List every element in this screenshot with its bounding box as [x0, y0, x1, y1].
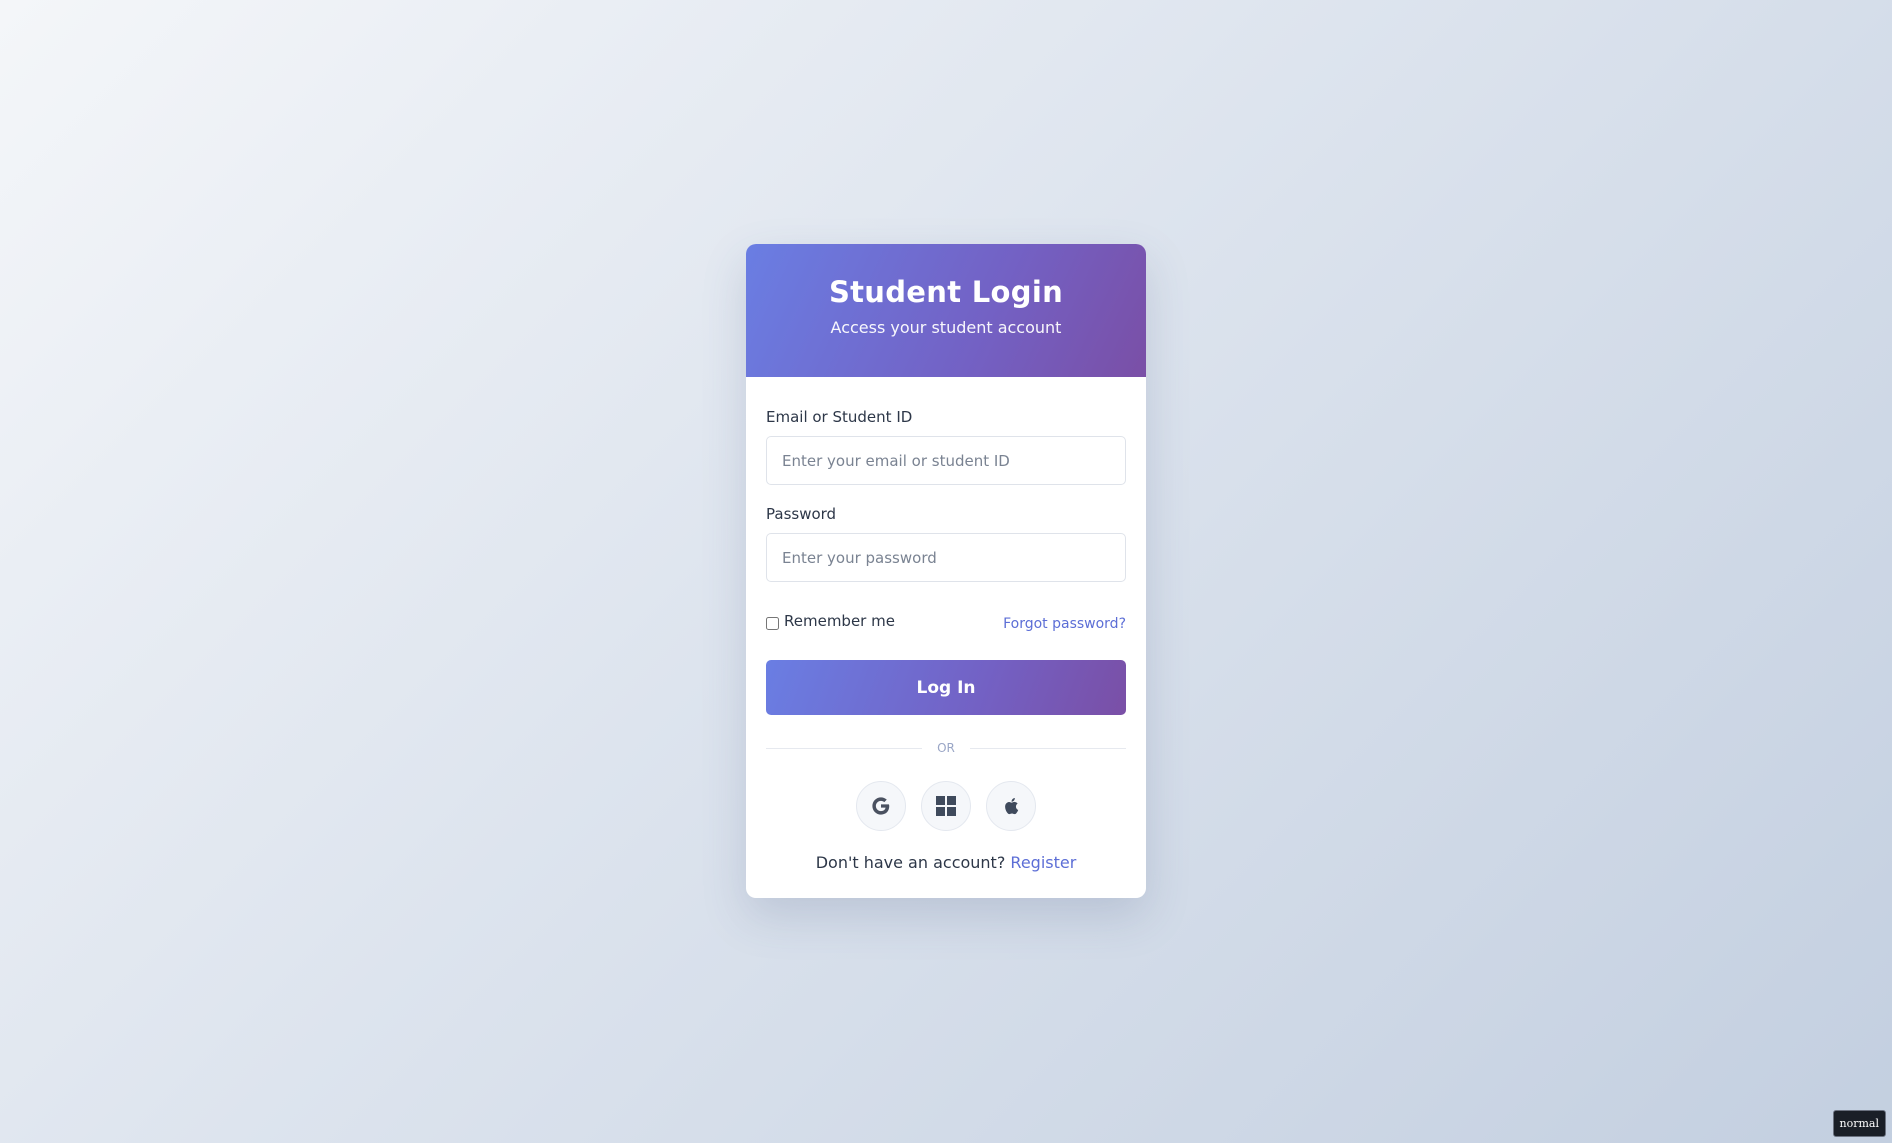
- login-form: Email or Student ID Password Remember me…: [746, 377, 1146, 872]
- password-field-group: Password: [766, 505, 1126, 582]
- options-row: Remember me Forgot password?: [766, 608, 1126, 634]
- password-label: Password: [766, 505, 837, 523]
- register-link[interactable]: Register: [1010, 853, 1076, 872]
- email-input[interactable]: [766, 436, 1126, 485]
- google-login-button[interactable]: [856, 781, 906, 831]
- google-icon: [872, 797, 890, 815]
- windows-login-button[interactable]: [921, 781, 971, 831]
- email-label: Email or Student ID: [766, 408, 913, 426]
- windows-icon: [936, 796, 956, 816]
- card-header: Student Login Access your student accoun…: [746, 244, 1146, 377]
- password-input[interactable]: [766, 533, 1126, 582]
- or-divider: OR: [766, 741, 1127, 755]
- remember-label: Remember me: [784, 612, 895, 630]
- forgot-password-link[interactable]: Forgot password?: [1003, 616, 1126, 632]
- remember-checkbox[interactable]: [766, 616, 779, 630]
- page-subtitle: Access your student account: [830, 318, 1062, 338]
- remember-me[interactable]: Remember me: [766, 612, 895, 630]
- login-card: Student Login Access your student accoun…: [746, 244, 1146, 898]
- divider-line-left: [766, 747, 923, 749]
- login-button[interactable]: Log In: [766, 660, 1126, 715]
- register-prompt: Don't have an account? Register: [766, 853, 1126, 872]
- mode-badge: normal: [1832, 1110, 1886, 1137]
- apple-login-button[interactable]: [986, 781, 1036, 831]
- social-login-row: [766, 781, 1126, 831]
- divider-label: OR: [937, 741, 955, 755]
- apple-icon: [1005, 798, 1019, 815]
- divider-line-right: [969, 747, 1127, 749]
- email-field-group: Email or Student ID: [766, 408, 1126, 485]
- register-prompt-text: Don't have an account?: [815, 853, 1006, 872]
- page-title: Student Login: [828, 275, 1064, 309]
